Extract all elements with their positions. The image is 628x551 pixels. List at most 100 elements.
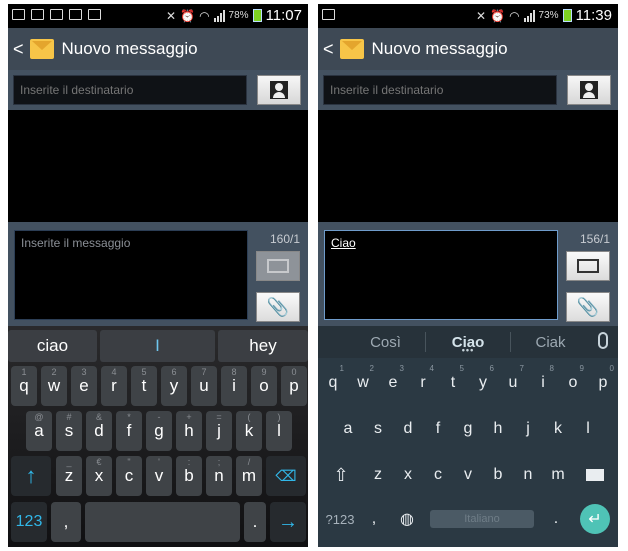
back-button[interactable]: <: [13, 39, 24, 60]
keyboard-notification-icon: [322, 9, 335, 20]
key-d[interactable]: & d: [86, 411, 112, 451]
symbols-key[interactable]: ?123: [322, 504, 358, 534]
key-m[interactable]: m: [545, 460, 571, 490]
key-s[interactable]: # s: [56, 411, 82, 451]
key-w[interactable]: 2w: [41, 366, 67, 406]
period-key[interactable]: .: [244, 502, 266, 542]
key-k[interactable]: (k: [236, 411, 262, 451]
alarm-icon: ⏰: [490, 8, 506, 23]
key-e[interactable]: e3: [380, 364, 406, 398]
key-y[interactable]: y6: [470, 364, 496, 398]
suggestion-item[interactable]: Così: [348, 326, 423, 358]
key-label: t: [450, 374, 456, 391]
key-c[interactable]: c: [425, 460, 451, 490]
key-a[interactable]: a: [335, 414, 361, 444]
key-z[interactable]: _ z: [56, 456, 82, 496]
key-h[interactable]: + h: [176, 411, 202, 451]
key-b[interactable]: :b: [176, 456, 202, 496]
key-f[interactable]: * f: [116, 411, 142, 451]
microphone-icon[interactable]: [598, 332, 608, 349]
key-p[interactable]: p0: [590, 364, 616, 398]
key-u[interactable]: 7u: [191, 366, 217, 406]
key-v[interactable]: v: [455, 460, 481, 490]
send-button[interactable]: [256, 251, 300, 281]
suggestion-item[interactable]: hey: [218, 330, 308, 362]
key-o[interactable]: 9o: [251, 366, 277, 406]
divider: [510, 332, 511, 352]
key-alt-label: 2: [51, 367, 57, 377]
key-n[interactable]: ; n: [206, 456, 232, 496]
backspace-key[interactable]: ⌫: [266, 456, 306, 496]
symbols-key[interactable]: 123: [11, 502, 47, 542]
key-x[interactable]: € x: [86, 456, 112, 496]
key-k[interactable]: k: [545, 414, 571, 444]
attach-button[interactable]: 📎: [256, 292, 300, 322]
key-e[interactable]: 3e: [71, 366, 97, 406]
key-t[interactable]: 5t: [131, 366, 157, 406]
key-o[interactable]: o9: [560, 364, 586, 398]
recipient-input[interactable]: [13, 75, 247, 105]
key-b[interactable]: b: [485, 460, 511, 490]
key-l[interactable]: l: [575, 414, 601, 444]
key-s[interactable]: s: [365, 414, 391, 444]
key-q[interactable]: 1q: [11, 366, 37, 406]
page-title: Nuovo messaggio: [61, 39, 198, 58]
enter-key[interactable]: →: [270, 502, 306, 542]
suggestion-item[interactable]: ciao: [8, 330, 97, 362]
key-t[interactable]: t5: [440, 364, 466, 398]
message-input[interactable]: Ciao: [324, 230, 558, 320]
suggestion-item[interactable]: Ciao •••: [428, 326, 508, 358]
comma-key[interactable]: ,: [362, 504, 386, 534]
space-key[interactable]: [85, 502, 240, 542]
key-g[interactable]: -g: [146, 411, 172, 451]
key-v[interactable]: ' v: [146, 456, 172, 496]
key-alt-label: 6: [171, 367, 177, 377]
message-input[interactable]: Inserite il messaggio: [14, 230, 248, 320]
key-w[interactable]: w2: [350, 364, 376, 398]
contacts-button[interactable]: [257, 75, 301, 105]
contacts-button[interactable]: [567, 75, 611, 105]
key-y[interactable]: 6y: [161, 366, 187, 406]
key-label: u: [199, 376, 209, 395]
key-p[interactable]: 0p: [281, 366, 307, 406]
key-r[interactable]: 4r: [101, 366, 127, 406]
key-alt-label: 1: [21, 367, 27, 377]
key-label: h: [493, 420, 503, 437]
attach-button[interactable]: 📎: [566, 292, 610, 322]
suggestion-item[interactable]: I: [100, 330, 215, 362]
suggestion-item[interactable]: Ciak: [513, 326, 588, 358]
status-bar: ✕ ⏰ ◠ 78% 11:07: [8, 4, 308, 28]
enter-key[interactable]: ↵: [580, 504, 610, 534]
key-n[interactable]: n: [515, 460, 541, 490]
shift-key[interactable]: ↑: [11, 456, 51, 496]
key-g[interactable]: g: [455, 414, 481, 444]
key-label: y: [479, 374, 487, 391]
key-z[interactable]: z: [365, 460, 391, 490]
key-c[interactable]: " c: [116, 456, 142, 496]
comma-key[interactable]: ,: [51, 502, 81, 542]
key-j[interactable]: = j: [206, 411, 232, 451]
key-a[interactable]: @ a: [26, 411, 52, 451]
key-alt-label: 1: [339, 364, 344, 373]
key-j[interactable]: j: [515, 414, 541, 444]
key-f[interactable]: f: [425, 414, 451, 444]
key-l[interactable]: ) l: [266, 411, 292, 451]
key-q[interactable]: q1: [320, 364, 346, 398]
space-key[interactable]: Italiano: [430, 510, 534, 528]
backspace-key[interactable]: [580, 460, 610, 490]
globe-icon[interactable]: ◍: [392, 504, 422, 534]
key-u[interactable]: u7: [500, 364, 526, 398]
key-i[interactable]: 8i: [221, 366, 247, 406]
period-key[interactable]: .: [544, 504, 568, 534]
send-button[interactable]: [566, 251, 610, 281]
key-h[interactable]: h: [485, 414, 511, 444]
key-x[interactable]: x: [395, 460, 421, 490]
key-i[interactable]: i8: [530, 364, 556, 398]
key-d[interactable]: d: [395, 414, 421, 444]
mute-icon: ✕: [166, 8, 177, 23]
key-m[interactable]: / m: [236, 456, 262, 496]
key-r[interactable]: r4: [410, 364, 436, 398]
recipient-input[interactable]: [323, 75, 557, 105]
back-button[interactable]: <: [323, 39, 334, 60]
shift-key[interactable]: ⇧: [326, 460, 356, 490]
